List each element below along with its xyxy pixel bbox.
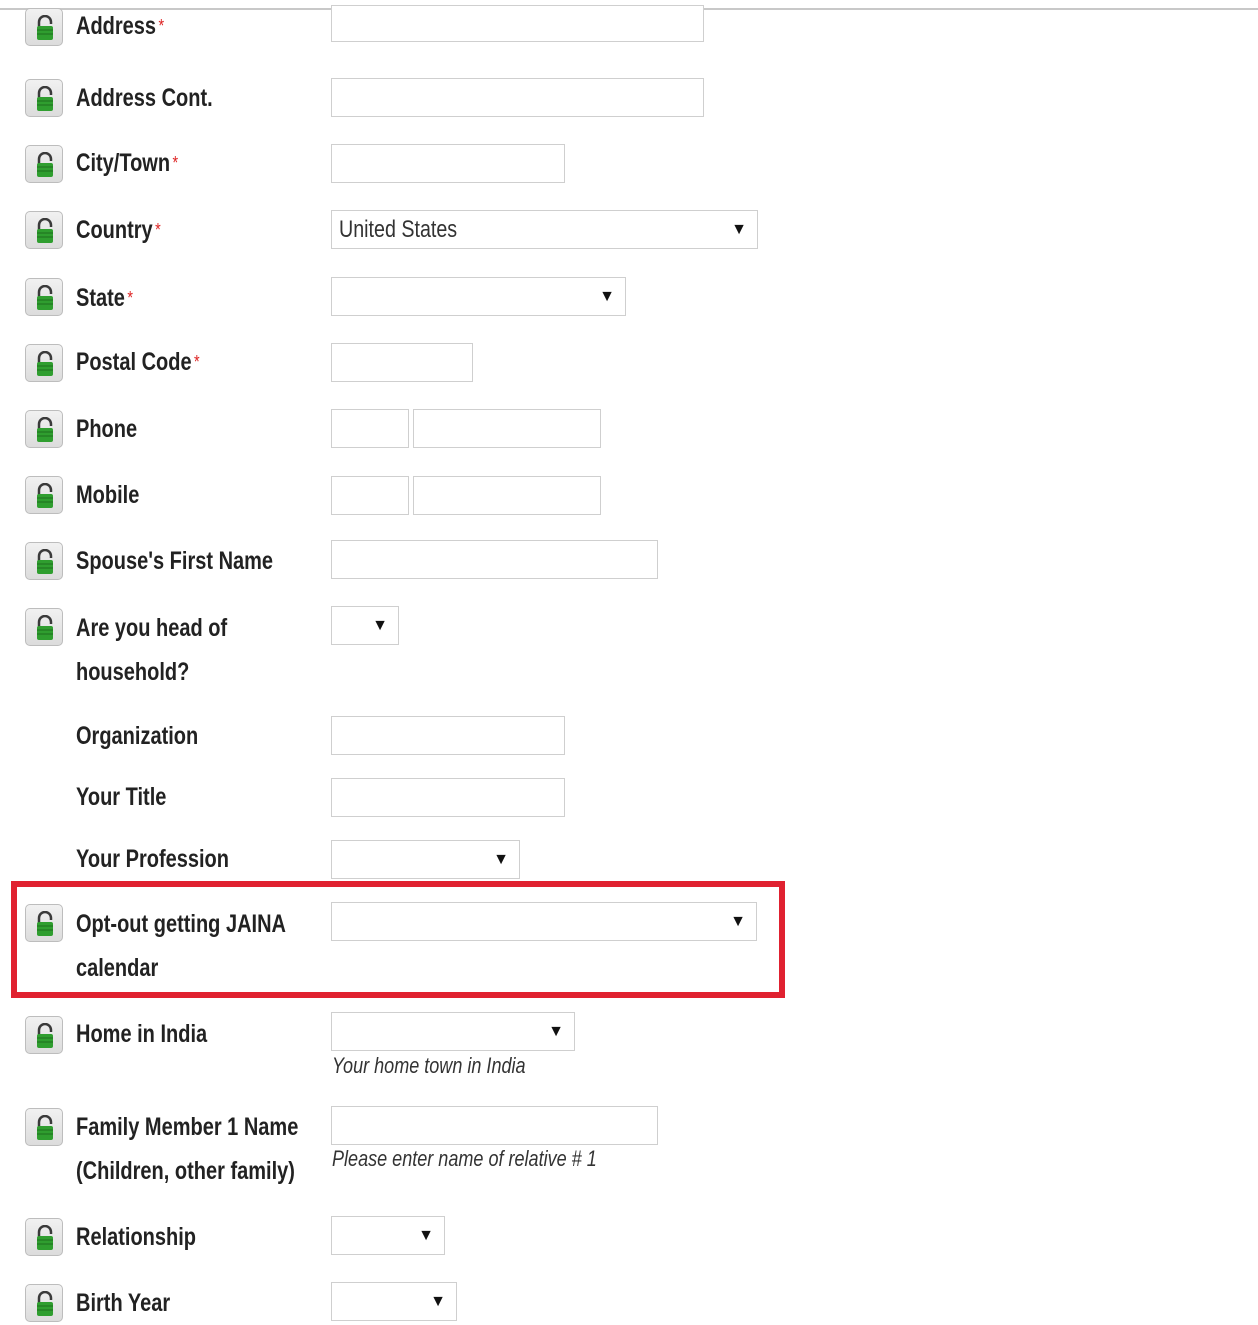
required-asterisk: * xyxy=(158,16,165,36)
family-member-1-label-line2: (Children, other family) xyxy=(76,1157,295,1185)
address-cont-input[interactable] xyxy=(331,78,704,117)
home-in-india-select[interactable]: ▼ xyxy=(331,1012,575,1051)
mobile-label: Mobile xyxy=(76,481,140,509)
family-member-1-label-line1: Family Member 1 Name xyxy=(76,1113,299,1141)
state-label: State * xyxy=(76,284,133,312)
birth-year-select[interactable]: ▼ xyxy=(331,1282,457,1321)
privacy-lock-icon[interactable] xyxy=(25,904,63,942)
privacy-lock-icon[interactable] xyxy=(25,476,63,514)
head-of-household-label-line2: household? xyxy=(76,658,190,686)
postal-code-input[interactable] xyxy=(331,343,473,382)
spouse-first-name-label: Spouse's First Name xyxy=(76,547,274,575)
chevron-down-icon: ▼ xyxy=(493,851,509,868)
chevron-down-icon: ▼ xyxy=(731,221,747,238)
jaina-optout-label-line1: Opt-out getting JAINA xyxy=(76,910,286,938)
privacy-lock-icon[interactable] xyxy=(25,211,63,249)
jaina-optout-label-line2: calendar xyxy=(76,954,159,982)
chevron-down-icon: ▼ xyxy=(430,1293,446,1310)
mobile-area-code-input[interactable] xyxy=(331,476,409,515)
required-asterisk: * xyxy=(193,352,200,372)
home-in-india-label: Home in India xyxy=(76,1020,208,1048)
phone-label: Phone xyxy=(76,415,138,443)
address-input[interactable] xyxy=(331,5,704,42)
jaina-calendar-optout-select[interactable]: ▼ xyxy=(331,902,757,941)
relationship-label: Relationship xyxy=(76,1223,197,1251)
privacy-lock-icon[interactable] xyxy=(25,1284,63,1322)
privacy-lock-icon[interactable] xyxy=(25,278,63,316)
country-selected-value: United States xyxy=(339,216,458,243)
chevron-down-icon: ▼ xyxy=(730,913,746,930)
head-of-household-select[interactable]: ▼ xyxy=(331,606,399,645)
privacy-lock-icon[interactable] xyxy=(25,1108,63,1146)
organization-input[interactable] xyxy=(331,716,565,755)
privacy-lock-icon[interactable] xyxy=(25,542,63,580)
city-input[interactable] xyxy=(331,144,565,183)
chevron-down-icon: ▼ xyxy=(599,288,615,305)
city-label: City/Town * xyxy=(76,149,179,177)
family-member-1-name-input[interactable] xyxy=(331,1106,658,1145)
your-profession-label: Your Profession xyxy=(76,845,229,873)
phone-area-code-input[interactable] xyxy=(331,409,409,448)
required-asterisk: * xyxy=(127,288,133,308)
privacy-lock-icon[interactable] xyxy=(25,608,63,646)
privacy-lock-icon[interactable] xyxy=(25,1016,63,1054)
country-select[interactable]: United States ▼ xyxy=(331,210,758,249)
privacy-lock-icon[interactable] xyxy=(25,79,63,117)
your-profession-select[interactable]: ▼ xyxy=(331,840,520,879)
phone-number-input[interactable] xyxy=(413,409,601,448)
chevron-down-icon: ▼ xyxy=(548,1023,564,1040)
organization-label: Organization xyxy=(76,722,199,750)
required-asterisk: * xyxy=(155,220,161,240)
required-asterisk: * xyxy=(172,153,179,173)
address-label: Address * xyxy=(76,12,165,40)
your-title-input[interactable] xyxy=(331,778,565,817)
relationship-select[interactable]: ▼ xyxy=(331,1216,445,1255)
country-label: Country * xyxy=(76,216,161,244)
head-of-household-label-line1: Are you head of xyxy=(76,614,228,642)
family-member-1-help-text: Please enter name of relative # 1 xyxy=(332,1146,597,1171)
birth-year-label: Birth Year xyxy=(76,1289,171,1317)
privacy-lock-icon[interactable] xyxy=(25,8,63,46)
privacy-lock-icon[interactable] xyxy=(25,1218,63,1256)
state-select[interactable]: ▼ xyxy=(331,277,626,316)
chevron-down-icon: ▼ xyxy=(372,617,388,634)
privacy-lock-icon[interactable] xyxy=(25,344,63,382)
privacy-lock-icon[interactable] xyxy=(25,145,63,183)
address-cont-label: Address Cont. xyxy=(76,84,213,112)
home-in-india-help-text: Your home town in India xyxy=(332,1053,526,1078)
spouse-first-name-input[interactable] xyxy=(331,540,658,579)
privacy-lock-icon[interactable] xyxy=(25,410,63,448)
your-title-label: Your Title xyxy=(76,783,167,811)
chevron-down-icon: ▼ xyxy=(418,1227,434,1244)
mobile-number-input[interactable] xyxy=(413,476,601,515)
postal-code-label: Postal Code * xyxy=(76,348,200,376)
